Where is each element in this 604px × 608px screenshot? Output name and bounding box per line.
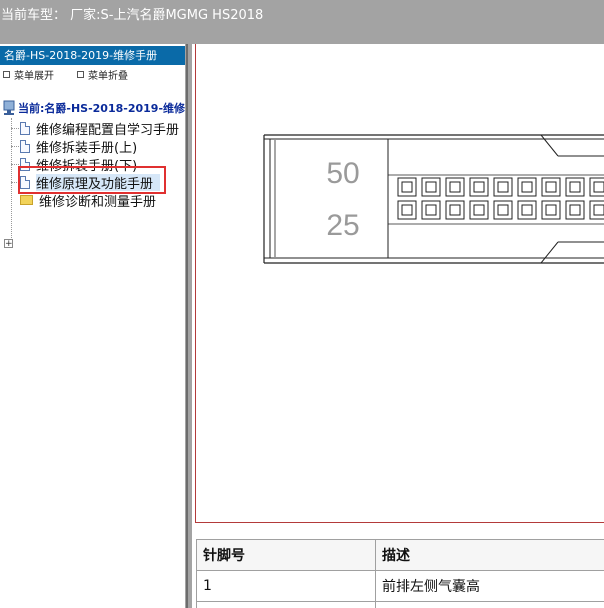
table-row xyxy=(196,601,604,608)
cell-description: 前排左侧气囊高 xyxy=(375,570,604,602)
tree-item-programming[interactable]: 维修编程配置自学习手册 xyxy=(20,119,180,138)
manual-header[interactable]: 名爵-HS-2018-2019-维修手册 xyxy=(0,46,185,65)
tree-connector xyxy=(11,164,19,165)
tree-item-diagnosis[interactable]: 维修诊断和测量手册 xyxy=(20,191,157,210)
pin-table: 针脚号 描述 1 前排左侧气囊高 xyxy=(196,539,604,608)
cell-pin-number: 1 xyxy=(196,570,376,602)
collapse-icon xyxy=(77,71,84,78)
tree-connector xyxy=(11,146,19,147)
header-pin-number: 针脚号 xyxy=(196,539,376,571)
cell-pin-number xyxy=(196,601,376,608)
menu-expand-button[interactable]: 菜单展开 xyxy=(3,67,54,82)
tree-item-label: 维修拆装手册(上) xyxy=(36,140,138,156)
table-header-row: 针脚号 描述 xyxy=(196,539,604,571)
pin-label-top: 50 xyxy=(326,157,359,190)
cell-description xyxy=(375,601,604,608)
sidebar: 名爵-HS-2018-2019-维修手册 菜单展开 菜单折叠 当前:名爵-HS-… xyxy=(0,44,185,608)
content-pane: 50 25 针脚号 描述 1 前排左侧气囊高 xyxy=(192,44,604,608)
pin-label-bottom: 25 xyxy=(326,209,359,242)
document-icon xyxy=(20,121,30,135)
pin-row-top xyxy=(397,177,604,197)
tree-item-label: 维修诊断和测量手册 xyxy=(39,194,157,210)
table-row: 1 前排左侧气囊高 xyxy=(196,570,604,602)
menu-collapse-label: 菜单折叠 xyxy=(88,71,128,82)
vehicle-title: 当前车型： 厂家:S-上汽名爵MGMG HS2018 xyxy=(1,8,264,23)
connector-drawing: 50 25 xyxy=(263,134,604,264)
computer-icon xyxy=(3,100,15,115)
expand-toggle[interactable]: + xyxy=(4,239,13,249)
splitter-line xyxy=(186,44,188,608)
tree-item-label: 维修编程配置自学习手册 xyxy=(36,122,180,138)
tree-root[interactable]: 当前:名爵-HS-2018-2019-维修手册 xyxy=(2,100,185,116)
connector-diagram: 50 25 xyxy=(195,44,604,523)
document-icon xyxy=(20,139,30,153)
menu-collapse-button[interactable]: 菜单折叠 xyxy=(77,67,128,82)
tree-root-label: 当前:名爵-HS-2018-2019-维修手册 xyxy=(18,102,185,115)
pane-splitter[interactable] xyxy=(185,44,192,608)
header-description: 描述 xyxy=(375,539,604,571)
menu-expand-label: 菜单展开 xyxy=(14,71,54,82)
folder-icon xyxy=(20,195,33,205)
expand-icon xyxy=(3,71,10,78)
title-bar: 当前车型： 厂家:S-上汽名爵MGMG HS2018 xyxy=(0,0,604,44)
tree-item-disassembly-upper[interactable]: 维修拆装手册(上) xyxy=(20,137,138,156)
pin-row-bottom xyxy=(397,200,604,220)
tree-connector xyxy=(11,128,19,129)
